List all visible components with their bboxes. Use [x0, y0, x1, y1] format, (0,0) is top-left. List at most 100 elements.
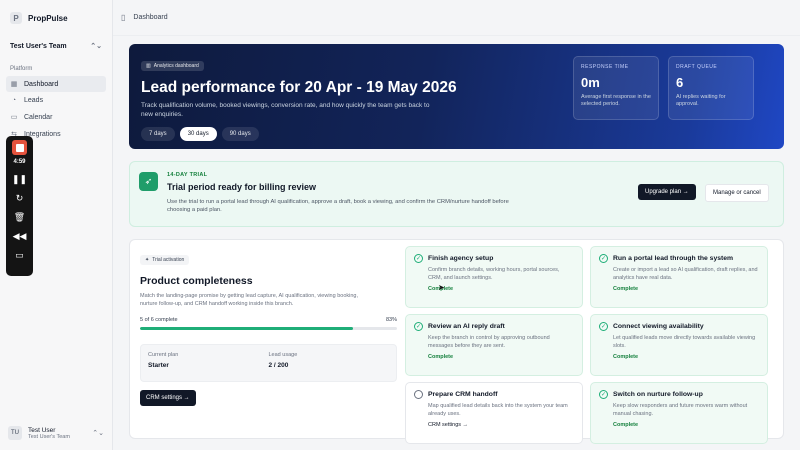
screen-recorder-toolbar: 4:59 ❚❚ ↻ 🗑 ◀◀ ▭ [6, 136, 33, 276]
user-team: Test User's Team [28, 433, 70, 440]
upgrade-plan-button[interactable]: Upgrade plan → [638, 184, 696, 200]
team-switcher[interactable]: Test User's Team ⌃⌄ [0, 36, 112, 56]
task-status: Complete [428, 354, 454, 360]
avatar: TU [8, 426, 22, 440]
task-card[interactable]: ✓ Switch on nurture follow-up Keep slow r… [590, 382, 768, 444]
check-circle-icon: ✓ [599, 322, 608, 331]
user-menu[interactable]: TU Test User Test User's Team ⌃⌄ [8, 426, 104, 440]
dashboard-icon: ▦ [10, 81, 18, 88]
task-desc: Let qualified leads move directly toward… [613, 335, 756, 349]
check-circle-icon: ✓ [414, 322, 423, 331]
progress-bar [140, 327, 397, 330]
sidebar-item-leads[interactable]: ◔ Leads [6, 93, 106, 108]
team-name: Test User's Team [10, 42, 67, 50]
topbar: ▯ Dashboard [113, 0, 800, 36]
task-status: Complete [613, 422, 639, 428]
chevron-up-down-icon: ⌃⌄ [90, 43, 102, 50]
sidebar-item-calendar[interactable]: ▭ Calendar [6, 109, 106, 125]
task-title: Prepare CRM handoff [428, 391, 498, 398]
task-card[interactable]: ✓ Review an AI reply draft Keep the branc… [405, 314, 583, 376]
plan-summary: Current plan Starter Lead usage 2 / 200 [140, 344, 397, 382]
trial-banner: ➶ 14-DAY TRIAL Trial period ready for bi… [129, 161, 784, 227]
sidebar-item-label: Leads [24, 97, 44, 104]
analytics-hero: ▥ Analytics dashboard Lead performance fo… [129, 44, 784, 149]
crm-settings-button[interactable]: CRM settings → [140, 390, 196, 406]
range-90-days[interactable]: 90 days [221, 127, 259, 141]
mouse-cursor-icon: ➤ [438, 283, 445, 292]
task-card[interactable]: ✓ Run a portal lead through the system Cr… [590, 246, 768, 308]
task-title: Switch on nurture follow-up [613, 391, 703, 398]
section-title: Product completeness [140, 275, 253, 287]
stat-label: DRAFT QUEUE [676, 64, 718, 70]
plan-value: Starter [148, 362, 169, 369]
section-desc: Match the landing-page promise by gettin… [140, 293, 358, 307]
analytics-pill: ▥ Analytics dashboard [141, 61, 204, 71]
task-status: Complete [613, 354, 639, 360]
stat-desc: AI replies waiting for approval. [676, 94, 726, 107]
stat-desc: Average first response in the selected p… [581, 94, 651, 107]
task-card[interactable]: ✓ Connect viewing availability Let qualif… [590, 314, 768, 376]
main-area: ▯ Dashboard ▥ Analytics dashboard Lead pe… [113, 0, 800, 450]
chevron-up-down-icon: ⌃⌄ [92, 430, 104, 437]
task-card[interactable]: ✓ Prepare CRM handoff Map qualified lead … [405, 382, 583, 444]
stat-value: 0m [581, 75, 600, 90]
pill-label: Analytics dashboard [153, 63, 199, 69]
task-desc: Map qualified lead details back into the… [428, 403, 568, 417]
hero-subtitle: Track qualification volume, booked viewi… [141, 102, 430, 118]
leads-icon: ◔ [11, 97, 17, 104]
task-title: Review an AI reply draft [428, 323, 505, 330]
chart-icon: ▥ [146, 63, 151, 69]
restart-icon[interactable]: ↻ [16, 194, 24, 203]
range-30-days[interactable]: 30 days [179, 127, 217, 141]
progress-bar-fill [140, 327, 354, 330]
plan-label: Current plan [148, 352, 179, 358]
stat-value: 6 [676, 75, 684, 90]
task-desc: Keep the branch in control by approving … [428, 335, 550, 349]
crm-settings-link[interactable]: CRM settings → [428, 422, 574, 428]
date-range-selector: 7 days 30 days 90 days [141, 127, 772, 141]
sidebar-item-label: Dashboard [24, 80, 59, 88]
recording-timer: 4:59 [13, 159, 26, 165]
stat-label: RESPONSE TIME [581, 64, 629, 70]
pause-icon[interactable]: ❚❚ [12, 175, 27, 184]
trial-activation-pill: ✦ Trial activation [140, 255, 190, 265]
usage-label: Lead usage [268, 352, 298, 358]
manage-or-cancel-button[interactable]: Manage or cancel [705, 184, 769, 202]
camera-icon[interactable]: ▭ [15, 251, 24, 260]
progress-label: 5 of 6 complete [140, 317, 178, 323]
check-circle-icon: ✓ [414, 254, 423, 263]
sidebar-toggle-icon[interactable]: ▯ [121, 13, 125, 22]
trash-icon[interactable]: 🗑 [14, 213, 25, 222]
rocket-icon: ➶ [139, 172, 158, 191]
breadcrumb: Dashboard [133, 14, 168, 21]
brand-name: PropPulse [28, 13, 68, 23]
rewind-icon[interactable]: ◀◀ [13, 232, 27, 241]
sidebar-item-dashboard[interactable]: ▦ Dashboard [6, 76, 106, 92]
range-7-days[interactable]: 7 days [141, 127, 175, 141]
draft-queue-stat: DRAFT QUEUE 6 AI replies waiting for app… [668, 56, 754, 120]
sparkle-icon: ✦ [145, 257, 150, 263]
progress-percent: 83% [385, 317, 397, 323]
app-window: P PropPulse Test User's Team ⌃⌄ Platform… [0, 0, 800, 450]
stop-recording-button[interactable] [12, 140, 27, 155]
task-desc: Keep slow responders and future movers w… [613, 403, 748, 417]
trial-tag: 14-DAY TRIAL [167, 172, 208, 178]
sidebar-item-label: Calendar [24, 113, 53, 121]
task-desc: Create or import a lead so AI qualificat… [613, 267, 758, 281]
task-status: Complete [613, 286, 639, 292]
user-name: Test User [28, 426, 56, 434]
task-title: Connect viewing availability [613, 323, 704, 330]
check-circle-icon: ✓ [599, 254, 608, 263]
dashboard-content: ▥ Analytics dashboard Lead performance fo… [129, 44, 784, 444]
task-title: Finish agency setup [428, 255, 494, 262]
task-desc: Confirm branch details, working hours, p… [428, 267, 560, 281]
task-card[interactable]: ✓ Finish agency setup Confirm branch deta… [405, 246, 583, 308]
sidebar-section-label: Platform [10, 66, 33, 72]
usage-value: 2 / 200 [268, 362, 289, 369]
trial-activation-panel: ✦ Trial activation Product completeness M… [129, 239, 784, 444]
check-circle-icon: ✓ [599, 390, 608, 399]
task-title: Run a portal lead through the system [613, 255, 734, 262]
response-time-stat: RESPONSE TIME 0m Average first response … [573, 56, 659, 120]
stop-icon [15, 143, 24, 152]
brand[interactable]: P PropPulse [0, 0, 112, 36]
